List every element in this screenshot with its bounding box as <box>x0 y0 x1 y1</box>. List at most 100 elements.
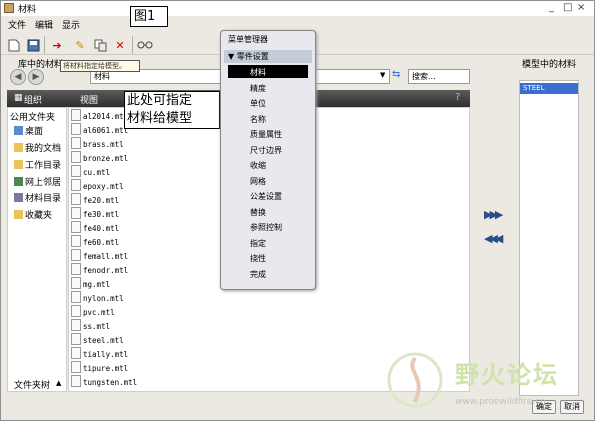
file-list-item[interactable]: al6061.mtl <box>71 123 128 135</box>
popup-menu-item[interactable]: 质量属性 <box>250 129 282 140</box>
file-list-item[interactable]: tipure.mtl <box>71 361 128 373</box>
list-item[interactable]: STEEL <box>520 83 578 94</box>
file-list-item[interactable]: steel.mtl <box>71 333 124 345</box>
file-icon <box>71 207 81 219</box>
minimize-button[interactable]: _ <box>549 2 554 13</box>
popup-menu-item[interactable]: 参照控制 <box>250 222 282 233</box>
sidebar-item-desktop[interactable]: 桌面 <box>14 124 43 137</box>
file-list-item[interactable]: fe30.mtl <box>71 207 119 219</box>
chevron-up-icon[interactable]: ▲ <box>56 379 61 387</box>
close-button[interactable]: × <box>577 2 585 13</box>
popup-menu-item[interactable]: 尺寸边界 <box>250 145 282 156</box>
popup-menu-item[interactable]: 网格 <box>250 176 266 187</box>
sidebar-item-materials[interactable]: 材料目录 <box>14 191 61 204</box>
file-name: bronze.mtl <box>83 154 129 163</box>
popup-menu-item[interactable]: 公差设置 <box>250 191 282 202</box>
figure-label: 图1 <box>130 6 168 27</box>
file-list-item[interactable]: al2014.mtl <box>71 109 128 121</box>
materials-icon <box>14 193 23 202</box>
file-icon <box>71 109 81 121</box>
forward-icon[interactable]: ▶ <box>28 69 44 85</box>
file-name: tipure.mtl <box>83 364 129 373</box>
sidebar-item-workdir[interactable]: 工作目录 <box>14 158 61 171</box>
popup-menu-item[interactable]: 精度 <box>250 83 266 94</box>
popup-menu-item[interactable]: 单位 <box>250 98 266 109</box>
sidebar-item-favorites[interactable]: 收藏夹 <box>14 208 52 221</box>
file-list-item[interactable]: cu.mtl <box>71 165 110 177</box>
file-icon <box>71 291 81 303</box>
menu-edit[interactable]: 编辑 <box>35 18 53 31</box>
file-name: fenodr.mtl <box>83 266 129 275</box>
search-input[interactable]: 搜索... <box>408 69 470 84</box>
file-list-item[interactable]: mg.mtl <box>71 277 110 289</box>
file-name: pvc.mtl <box>83 308 115 317</box>
maximize-button[interactable]: □ <box>563 2 572 13</box>
sidebar-item-common[interactable]: 公用文件夹 <box>10 110 55 123</box>
file-list-item[interactable]: fe20.mtl <box>71 193 119 205</box>
folder-icon <box>14 143 23 152</box>
path-dropdown-icon[interactable]: ▼ <box>380 71 385 79</box>
organize-button[interactable]: 组织 <box>24 93 42 106</box>
refresh-icon[interactable]: ⇆ <box>392 69 400 80</box>
toolbar-separator <box>132 36 133 54</box>
file-icon <box>71 277 81 289</box>
file-name: nylon.mtl <box>83 294 124 303</box>
popup-menu-item[interactable]: 挠性 <box>250 253 266 264</box>
file-list-item[interactable]: bronze.mtl <box>71 151 128 163</box>
file-list-item[interactable]: brass.mtl <box>71 137 124 149</box>
sidebar-item-network[interactable]: 网上邻居 <box>14 175 61 188</box>
popup-menu-item[interactable]: 名称 <box>250 114 266 125</box>
file-icon <box>71 235 81 247</box>
file-name: al6061.mtl <box>83 126 129 135</box>
file-list-item[interactable]: fe60.mtl <box>71 235 119 247</box>
assign-right-icon[interactable]: ▶▶▶ <box>484 208 503 221</box>
file-list-item[interactable]: tially.mtl <box>71 347 128 359</box>
popup-selected-highlight <box>228 65 308 78</box>
window-title: 材料 <box>18 5 37 15</box>
file-name: fe60.mtl <box>83 238 120 247</box>
glasses-icon[interactable] <box>137 37 153 53</box>
file-name: epoxy.mtl <box>83 182 124 191</box>
menu-file[interactable]: 文件 <box>8 18 26 31</box>
help-icon[interactable]: ? <box>455 92 460 103</box>
file-list-item[interactable]: femall.mtl <box>71 249 128 261</box>
new-icon[interactable] <box>6 37 22 53</box>
remove-left-icon[interactable]: ◀◀◀ <box>484 232 503 245</box>
file-list-item[interactable]: fenodr.mtl <box>71 263 128 275</box>
app-icon <box>4 3 14 13</box>
model-materials-title: 模型中的材料 <box>522 60 577 70</box>
file-name: ss.mtl <box>83 322 111 331</box>
menu-view[interactable]: 显示 <box>62 18 80 31</box>
back-icon[interactable]: ◀ <box>10 69 26 85</box>
favorites-icon <box>14 210 23 219</box>
assign-arrow-icon[interactable]: ➔ <box>49 37 65 53</box>
popup-menu-item[interactable]: 指定 <box>250 238 266 249</box>
view-button[interactable]: 视图 <box>80 93 98 106</box>
file-list-item[interactable]: fe40.mtl <box>71 221 119 233</box>
file-list-item[interactable]: pvc.mtl <box>71 305 115 317</box>
file-icon <box>71 123 81 135</box>
sidebar-item-documents[interactable]: 我的文档 <box>14 141 61 154</box>
network-icon <box>14 177 23 186</box>
sidebar-item-label: 收藏夹 <box>25 211 53 221</box>
delete-icon[interactable]: ✕ <box>112 37 128 53</box>
pencil-icon[interactable]: ✎ <box>72 37 88 53</box>
file-list-item[interactable]: nylon.mtl <box>71 291 124 303</box>
popup-menu-item[interactable]: 替换 <box>250 207 266 218</box>
popup-section-header[interactable]: ▼ 零件设置 <box>224 50 312 63</box>
folder-tree-toggle[interactable]: 文件夹树 <box>14 378 50 391</box>
file-name: femall.mtl <box>83 252 129 261</box>
file-list-item[interactable]: epoxy.mtl <box>71 179 124 191</box>
file-icon <box>71 361 81 373</box>
sidebar-item-label: 我的文档 <box>25 144 62 154</box>
popup-menu-item[interactable]: 完成 <box>250 269 266 280</box>
copy-icon[interactable] <box>92 37 108 53</box>
popup-header-label: 零件设置 <box>236 52 269 61</box>
file-list-item[interactable]: tungsten.mtl <box>71 375 137 387</box>
file-name: fe20.mtl <box>83 196 120 205</box>
file-name: tungsten.mtl <box>83 378 138 387</box>
file-list-item[interactable]: ss.mtl <box>71 319 110 331</box>
popup-menu-item[interactable]: 材料 <box>250 67 266 78</box>
popup-menu-item[interactable]: 收缩 <box>250 160 266 171</box>
save-icon[interactable] <box>25 37 41 53</box>
